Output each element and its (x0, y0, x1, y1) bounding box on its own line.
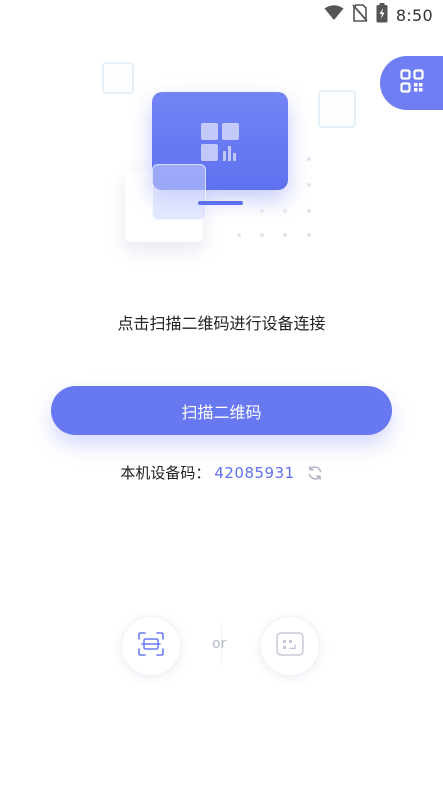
scan-frame-icon (138, 632, 164, 660)
connect-options: or (120, 614, 325, 676)
connect-prompt: 点击扫描二维码进行设备连接 (117, 314, 326, 333)
refresh-icon[interactable] (307, 465, 323, 481)
decor-square (318, 90, 356, 128)
dashboard-icon (201, 123, 239, 165)
wifi-icon (324, 5, 344, 25)
glass-card (152, 164, 206, 220)
device-code-value: 42085931 (214, 463, 295, 482)
decor-square (102, 62, 134, 94)
battery-charging-icon (376, 3, 388, 27)
status-bar: 8:50 (0, 0, 443, 30)
status-time: 8:50 (395, 5, 433, 25)
no-sim-icon (352, 4, 368, 26)
scan-qr-button[interactable]: 扫描二维码 (51, 386, 392, 435)
or-label: or (212, 636, 227, 652)
dot-grid (235, 155, 325, 245)
device-code-label: 本机设备码： (120, 464, 211, 482)
code-option-button[interactable] (260, 616, 320, 676)
code-input-icon (276, 632, 304, 660)
scan-option-button[interactable] (121, 616, 181, 676)
device-code-row: 本机设备码： 42085931 (0, 462, 443, 483)
device-illustration (95, 55, 356, 255)
status-icons: 8:50 (324, 3, 433, 27)
qr-code-icon (400, 69, 424, 97)
qr-code-tab[interactable] (380, 56, 443, 110)
